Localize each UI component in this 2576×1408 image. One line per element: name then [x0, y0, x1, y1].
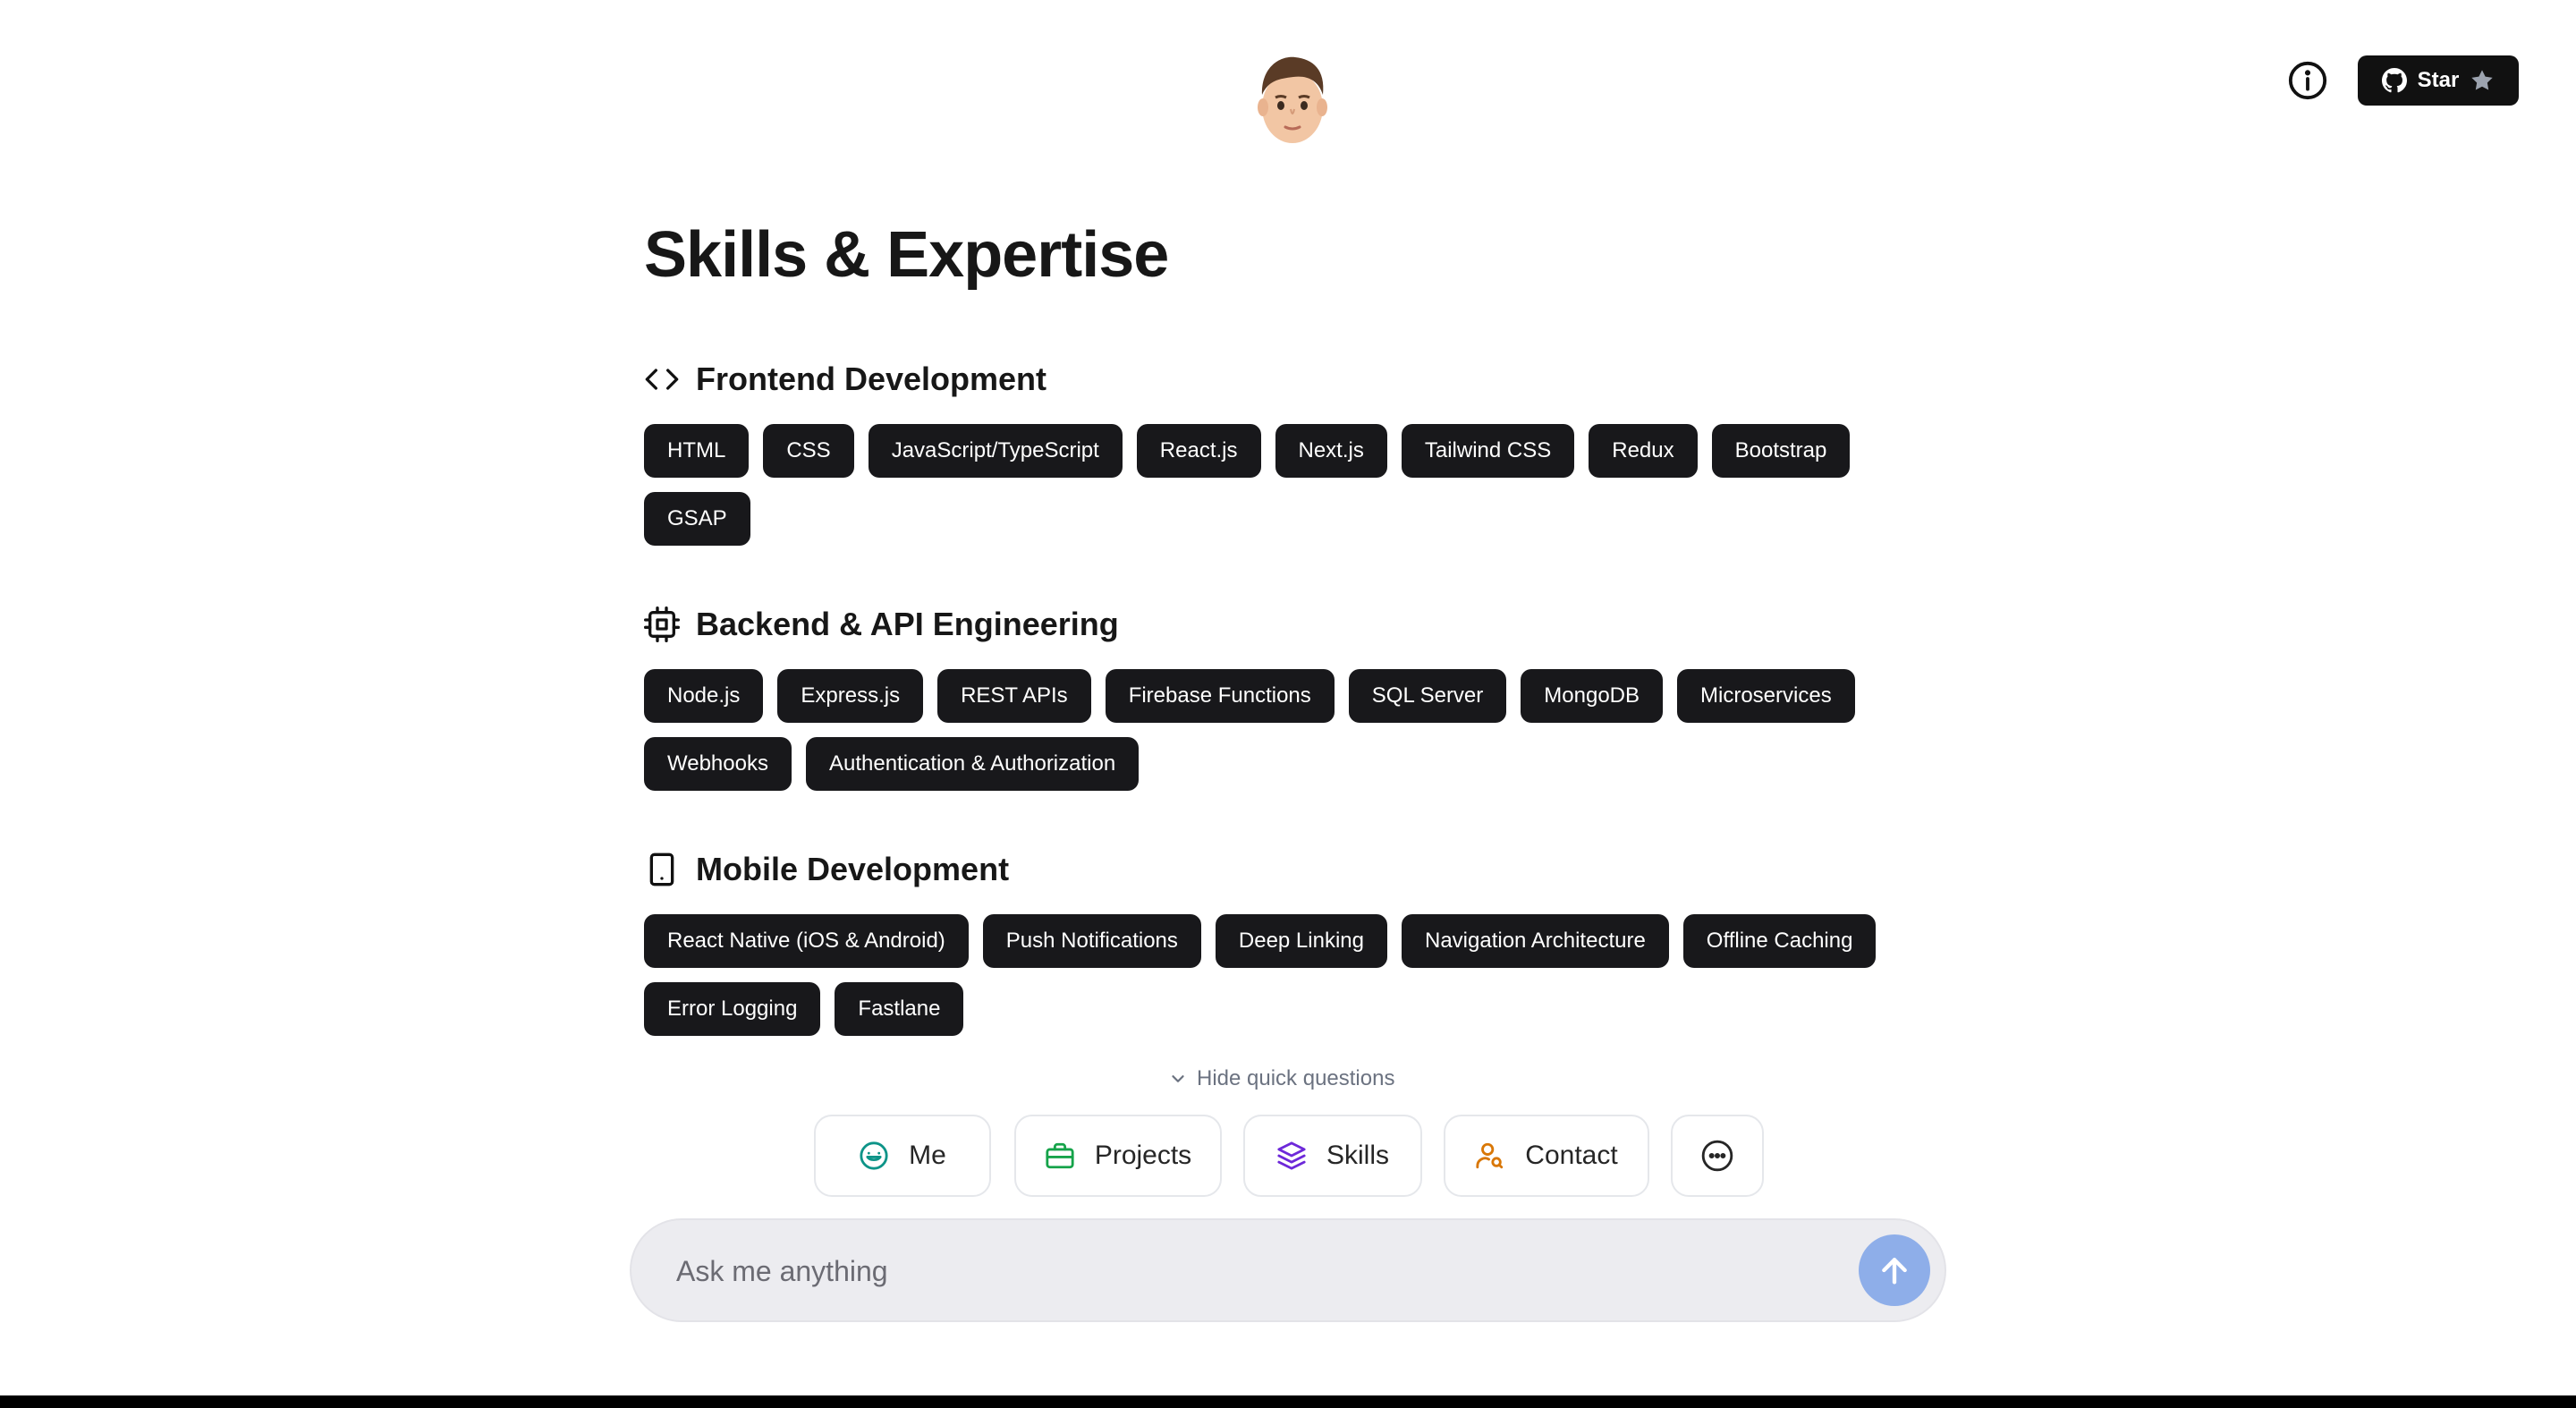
send-button[interactable] [1859, 1234, 1930, 1306]
skill-chip: Firebase Functions [1105, 669, 1335, 723]
section-mobile: Mobile Development React Native (iOS & A… [644, 848, 1932, 1036]
quick-me-label: Me [909, 1141, 946, 1170]
skill-chip: Deep Linking [1215, 914, 1387, 968]
skill-chip: Push Notifications [982, 914, 1201, 968]
skill-chip-list: Node.js Express.js REST APIs Firebase Fu… [644, 669, 1932, 791]
quick-projects-label: Projects [1094, 1141, 1192, 1170]
arrow-up-icon [1882, 1258, 1907, 1285]
tablet-icon [649, 852, 674, 886]
skill-chip-list: HTML CSS JavaScript/TypeScript React.js … [644, 424, 1932, 546]
skill-chip: Navigation Architecture [1402, 914, 1669, 968]
info-button[interactable] [2286, 59, 2329, 102]
section-title: Mobile Development [696, 851, 1010, 887]
skill-chip: MongoDB [1521, 669, 1664, 723]
info-icon [2288, 61, 2327, 100]
skill-chip: Next.js [1275, 424, 1387, 478]
skill-chip-list: React Native (iOS & Android) Push Notifi… [644, 914, 1932, 1036]
quick-contact-label: Contact [1525, 1141, 1618, 1170]
more-icon [1701, 1140, 1733, 1172]
quick-more-button[interactable] [1671, 1115, 1764, 1197]
skill-chip: Authentication & Authorization [805, 737, 1140, 791]
chat-input-bar [630, 1218, 1946, 1322]
briefcase-icon [1046, 1142, 1074, 1169]
skill-chip: Bootstrap [1711, 424, 1851, 478]
user-search-icon [1476, 1142, 1504, 1169]
quick-skills-label: Skills [1326, 1141, 1389, 1170]
skill-chip: GSAP [644, 492, 750, 546]
avatar[interactable] [1254, 54, 1331, 147]
section-title: Backend & API Engineering [696, 606, 1119, 642]
quick-contact-button[interactable]: Contact [1444, 1115, 1649, 1197]
smile-icon [860, 1141, 888, 1170]
quick-skills-button[interactable]: Skills [1243, 1115, 1422, 1197]
skill-chip: Webhooks [644, 737, 792, 791]
skill-chip: Tailwind CSS [1401, 424, 1575, 478]
skill-chip: React.js [1136, 424, 1261, 478]
hide-quick-questions-label: Hide quick questions [1197, 1066, 1395, 1090]
app-window: Star Skills & Expertise Frontend Develop… [0, 0, 2576, 1408]
section-frontend: Frontend Development HTML CSS JavaScript… [644, 358, 1932, 546]
skill-chip: CSS [763, 424, 854, 478]
quick-me-button[interactable]: Me [814, 1115, 991, 1197]
skills-content: Skills & Expertise Frontend Development … [644, 215, 1932, 1036]
github-star-button[interactable]: Star [2358, 55, 2519, 106]
chat-input[interactable] [674, 1220, 1823, 1322]
quick-projects-button[interactable]: Projects [1014, 1115, 1222, 1197]
skill-chip: Microservices [1677, 669, 1855, 723]
skill-chip: React Native (iOS & Android) [644, 914, 969, 968]
section-backend: Backend & API Engineering Node.js Expres… [644, 603, 1932, 791]
skill-chip: Offline Caching [1682, 914, 1877, 968]
skill-chip: Fastlane [835, 982, 964, 1036]
skill-chip: Error Logging [644, 982, 821, 1036]
skill-chip: REST APIs [937, 669, 1091, 723]
star-label: Star [2417, 68, 2460, 92]
quick-questions: Me Projects Skills Contact [0, 1115, 2576, 1197]
skill-chip: JavaScript/TypeScript [868, 424, 1123, 478]
chevron-down-icon [1172, 1075, 1184, 1082]
skill-chip: Express.js [777, 669, 924, 723]
page-title: Skills & Expertise [644, 219, 1169, 291]
section-title: Frontend Development [696, 360, 1047, 397]
github-icon [2381, 68, 2407, 93]
star-icon [2471, 70, 2494, 90]
skill-chip: SQL Server [1348, 669, 1507, 723]
hide-quick-questions-toggle[interactable]: Hide quick questions [1168, 1064, 1394, 1093]
skill-chip: HTML [644, 424, 750, 478]
cpu-icon [644, 606, 680, 642]
skill-chip: Redux [1589, 424, 1698, 478]
skill-chip: Node.js [644, 669, 764, 723]
code-icon [645, 369, 679, 390]
window-bottom-edge [0, 1395, 2576, 1408]
layers-icon [1277, 1141, 1306, 1170]
